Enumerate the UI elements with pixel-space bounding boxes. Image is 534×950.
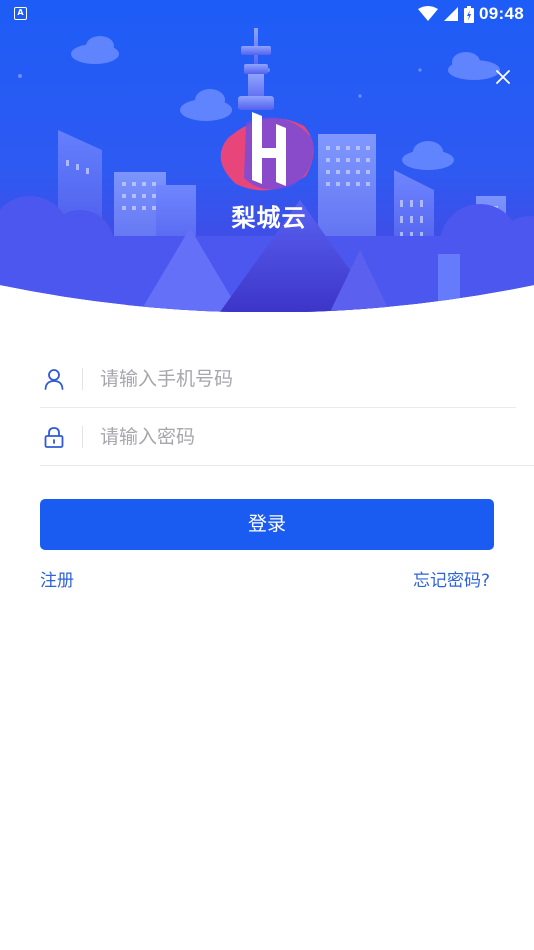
field-underline — [40, 465, 534, 466]
register-link[interactable]: 注册 — [40, 570, 74, 592]
status-icons: 09:48 — [418, 3, 524, 25]
lock-icon — [44, 427, 64, 448]
city-skyline-illustration — [0, 0, 534, 312]
status-bar: A 09:48 — [0, 0, 534, 28]
login-button[interactable]: 登录 — [40, 499, 494, 550]
close-icon — [496, 70, 510, 84]
field-separator — [82, 426, 83, 448]
password-field — [40, 408, 534, 466]
clock: 09:48 — [479, 4, 524, 23]
phone-field — [40, 350, 516, 408]
field-separator — [82, 368, 83, 390]
cell-signal-icon — [444, 7, 459, 21]
battery-icon — [464, 5, 475, 23]
login-screen: 梨城云 A 09:48 请输入手机号码 登录 注册 忘记密码? — [0, 0, 534, 950]
brand-name: 梨城云 — [231, 204, 307, 232]
user-icon — [44, 369, 64, 390]
phone-input[interactable] — [100, 360, 500, 398]
close-button[interactable] — [490, 64, 516, 90]
hero-banner: 梨城云 — [0, 0, 534, 312]
password-input[interactable] — [100, 418, 500, 456]
notification-indicator: A — [14, 7, 27, 20]
forgot-password-link[interactable]: 忘记密码? — [413, 570, 490, 592]
wifi-icon — [418, 6, 439, 21]
